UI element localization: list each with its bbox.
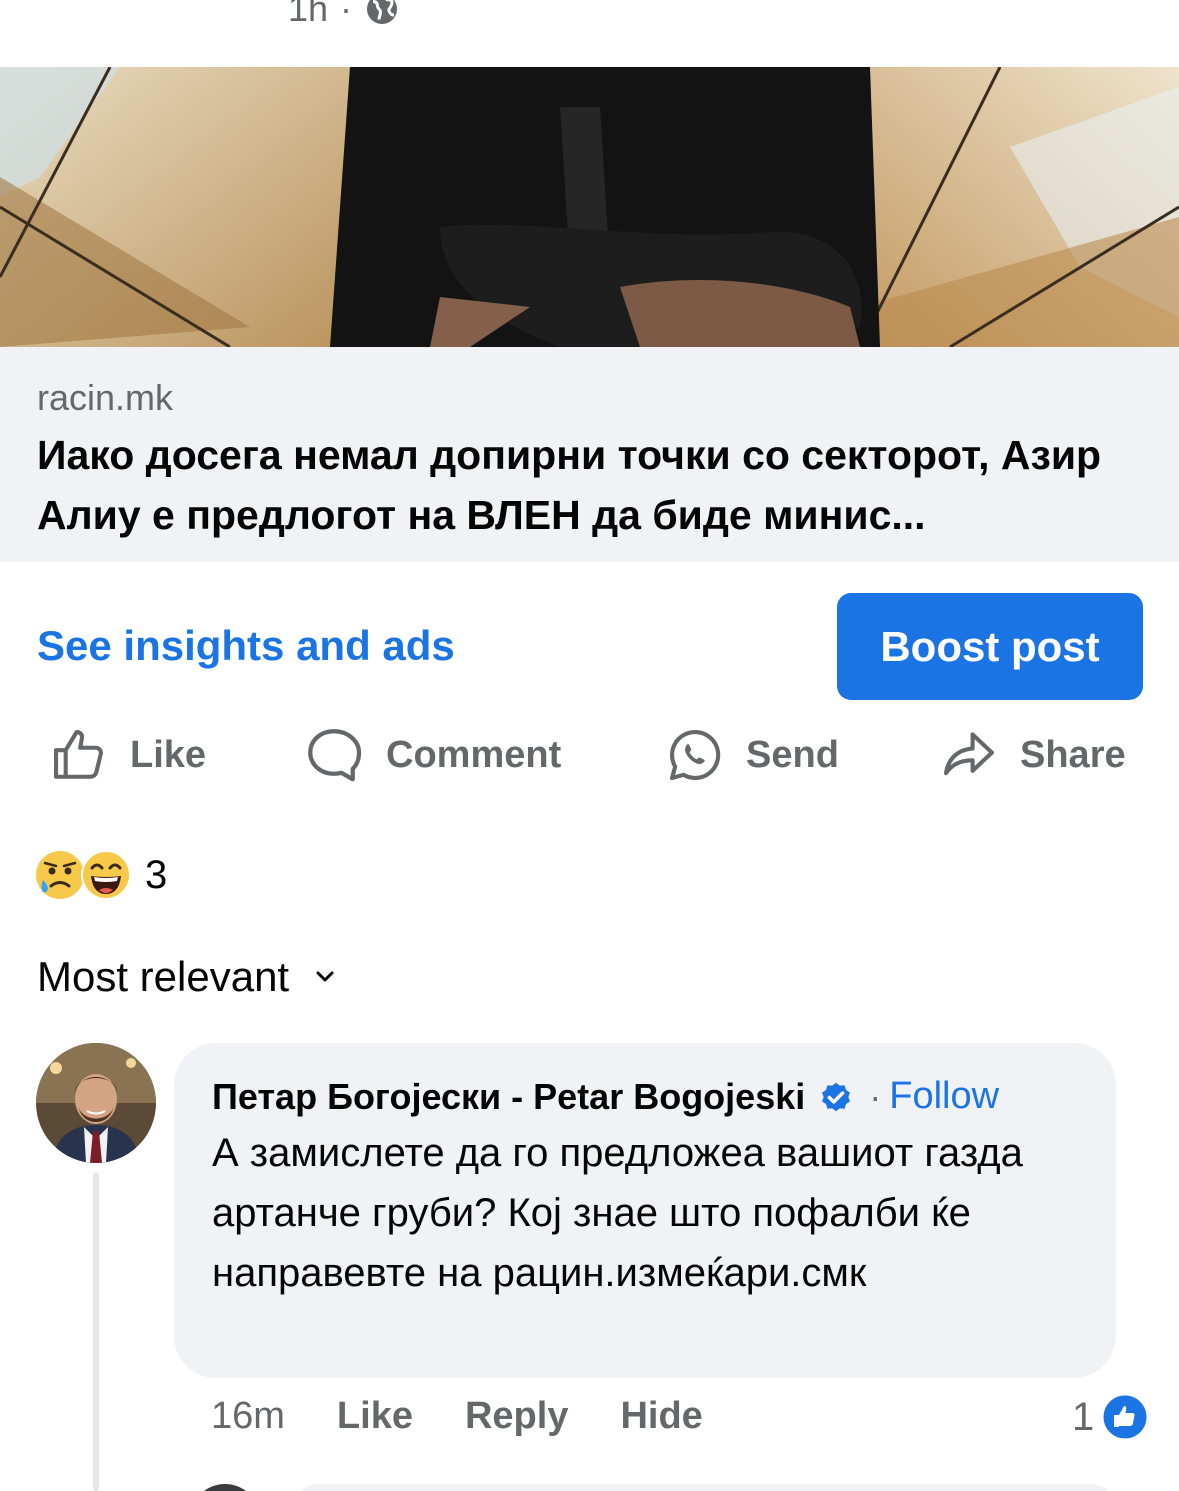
follow-separator: · — [869, 1075, 882, 1117]
comment-like-button[interactable]: Like — [337, 1395, 413, 1438]
comment-hide-button[interactable]: Hide — [620, 1395, 702, 1438]
comment-author-row: Петар Богојески - Petar Bogojeski · Foll… — [212, 1075, 999, 1118]
see-insights-link[interactable]: See insights and ads — [37, 622, 455, 670]
like-button[interactable]: Like — [50, 722, 206, 788]
follow-button[interactable]: Follow — [889, 1075, 999, 1118]
link-preview-image[interactable] — [0, 67, 1179, 347]
link-photo — [0, 67, 1179, 347]
like-label: Like — [130, 733, 207, 776]
comment-text: А замислете да го предложеа вашиот газда… — [212, 1131, 1023, 1295]
next-comment-bubble[interactable] — [290, 1484, 1120, 1491]
share-label: Share — [1020, 733, 1126, 776]
whatsapp-icon — [669, 729, 721, 781]
laughing-emoji-icon — [81, 850, 131, 900]
chevron-down-icon — [316, 971, 334, 982]
verified-badge-icon — [822, 1082, 851, 1111]
comment-time[interactable]: 16m — [211, 1395, 285, 1438]
comment-actions: 16m Like Reply Hide — [211, 1395, 755, 1438]
link-domain: racin.mk — [37, 377, 174, 418]
like-reaction-icon — [1100, 1392, 1150, 1442]
thread-line — [93, 1172, 99, 1491]
comment-reaction-count[interactable]: 1 — [1072, 1392, 1150, 1442]
globe-icon — [367, 0, 398, 24]
comment-reply-button[interactable]: Reply — [465, 1395, 568, 1438]
sort-label: Most relevant — [37, 953, 290, 1000]
comment-bubble[interactable]: Петар Богојески - Petar Bogojeski · Foll… — [174, 1043, 1116, 1378]
reaction-summary[interactable]: 3 — [35, 850, 167, 900]
comment-like-count: 1 — [1072, 1394, 1095, 1439]
next-comment-avatar[interactable] — [190, 1484, 260, 1491]
send-label: Send — [746, 733, 839, 776]
share-arrow-icon — [943, 732, 995, 776]
reaction-count: 3 — [145, 852, 168, 897]
comment-author-name[interactable]: Петар Богојески - Petar Bogojeski — [212, 1076, 805, 1118]
comment-label: Comment — [386, 733, 562, 776]
post-time[interactable]: 1h — [288, 0, 328, 30]
link-headline: Иако досега немал допирни точки со секто… — [37, 432, 1102, 538]
share-button[interactable]: Share — [940, 722, 1126, 788]
sad-emoji-icon — [35, 850, 85, 900]
meta-separator: · — [340, 0, 353, 29]
comment-bubble-icon — [308, 729, 362, 782]
comment-button[interactable]: Comment — [304, 722, 561, 788]
post-meta: 1h · — [288, 0, 400, 30]
boost-post-button[interactable]: Boost post — [837, 593, 1143, 700]
avatar[interactable] — [36, 1043, 156, 1163]
link-preview-details[interactable]: racin.mk Иако досега немал допирни точки… — [0, 347, 1179, 562]
thumbs-up-icon — [53, 729, 103, 779]
comment-sort-dropdown[interactable]: Most relevant — [37, 953, 335, 1001]
send-button[interactable]: Send — [666, 722, 839, 788]
